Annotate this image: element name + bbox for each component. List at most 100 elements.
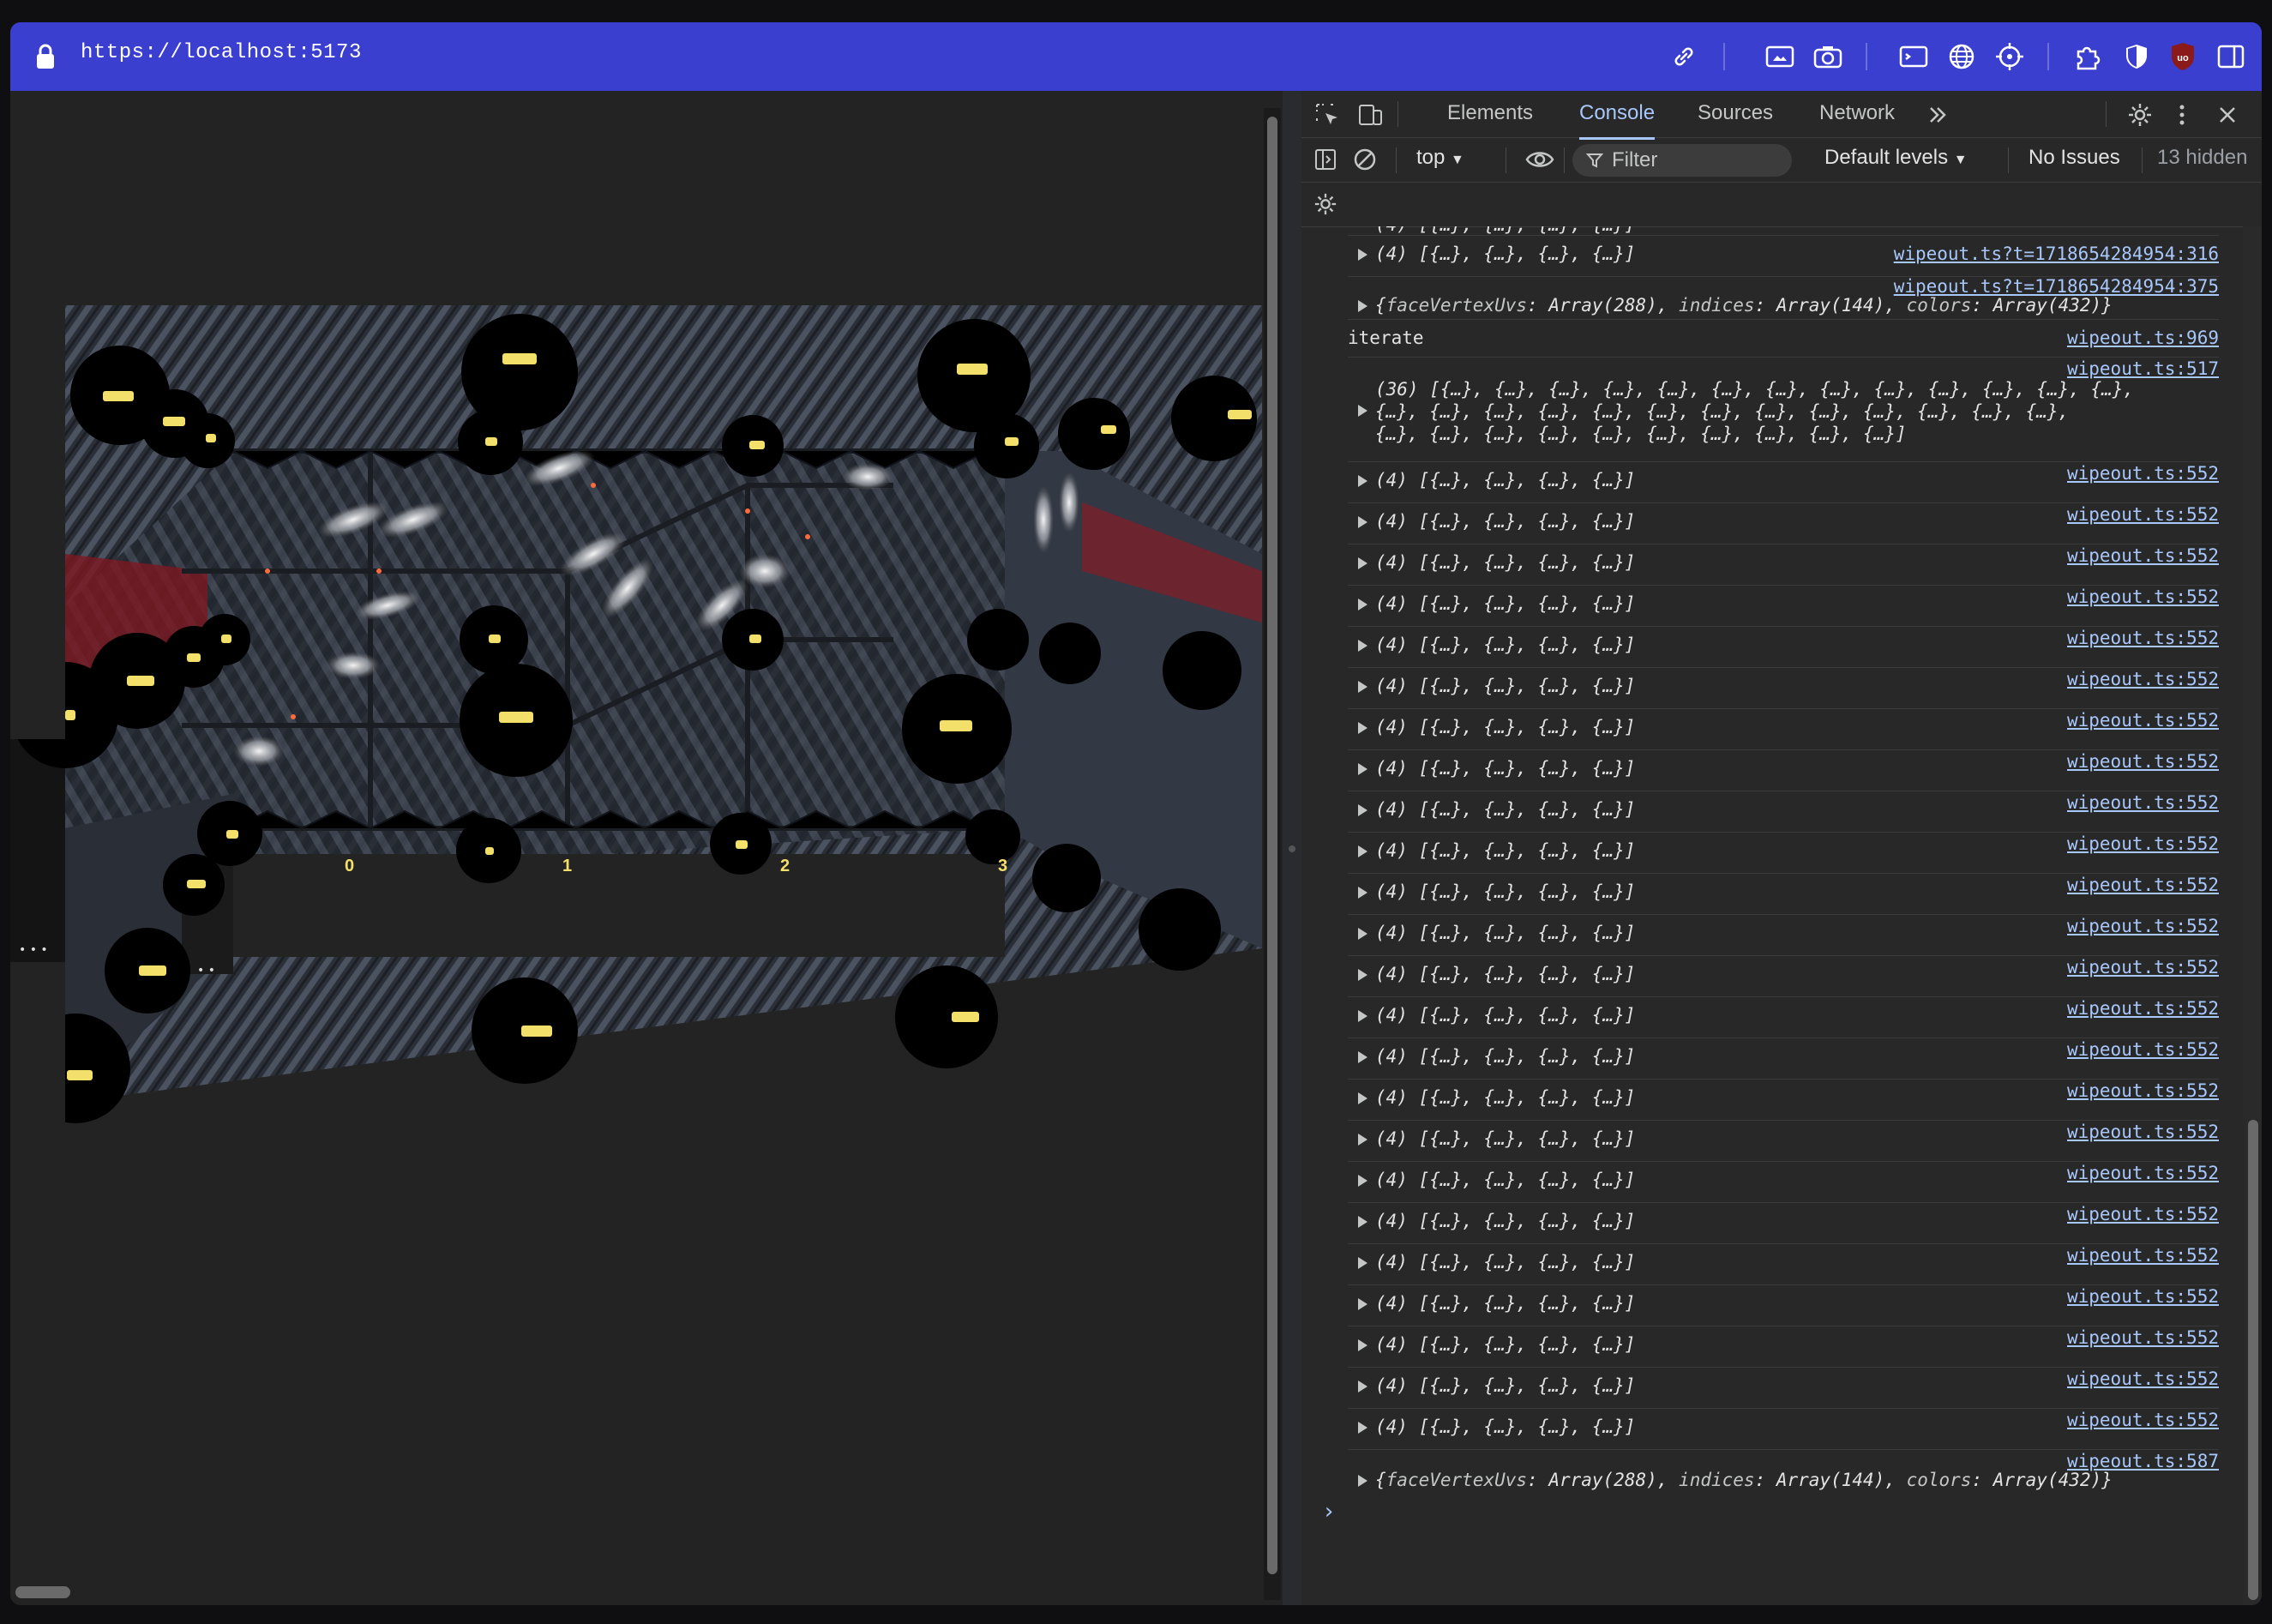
expand-triangle-icon[interactable]: [1358, 887, 1367, 899]
source-link[interactable]: wipeout.ts:552: [2067, 875, 2219, 895]
tab-network[interactable]: Network: [1819, 101, 1895, 137]
expand-triangle-icon[interactable]: [1358, 804, 1367, 816]
source-link[interactable]: wipeout.ts:552: [2067, 1410, 2219, 1430]
crosshair-icon[interactable]: [1993, 39, 2027, 74]
expand-triangle-icon[interactable]: [1358, 1475, 1367, 1487]
source-link[interactable]: wipeout.ts:517: [2067, 358, 2219, 379]
console-row[interactable]: (4) [{…}, {…}, {…}, {…}] wipeout.ts:552: [1348, 1120, 2219, 1162]
source-link[interactable]: wipeout.ts:552: [2067, 833, 2219, 854]
tab-console[interactable]: Console: [1579, 101, 1656, 140]
expand-triangle-icon[interactable]: [1358, 722, 1367, 734]
expand-triangle-icon[interactable]: [1358, 1175, 1367, 1187]
expand-triangle-icon[interactable]: [1358, 1422, 1367, 1434]
source-link[interactable]: wipeout.ts:552: [2067, 1368, 2219, 1389]
screen-capture-icon[interactable]: [1763, 39, 1797, 74]
clear-console-icon[interactable]: [1349, 144, 1380, 175]
source-link[interactable]: wipeout.ts:552: [2067, 463, 2219, 484]
source-link[interactable]: wipeout.ts:552: [2067, 1286, 2219, 1307]
console-row[interactable]: (4) [{…}, {…}, {…}, {…}] wipeout.ts:552: [1348, 544, 2219, 586]
console-row[interactable]: (4) [{…}, {…}, {…}, {…}] wipeout.ts:552: [1348, 749, 2219, 791]
url-text[interactable]: https://localhost:5173: [81, 41, 362, 64]
console-row[interactable]: wipeout.ts?t=1718654284954:375 {faceVerte…: [1348, 276, 2219, 320]
tab-elements[interactable]: Elements: [1447, 101, 1533, 137]
expand-triangle-icon[interactable]: [1358, 1298, 1367, 1310]
expand-triangle-icon[interactable]: [1358, 1216, 1367, 1228]
console-settings-gear-icon[interactable]: [1310, 189, 1341, 220]
sidebar-toggle-icon[interactable]: [1310, 144, 1341, 175]
source-link[interactable]: wipeout.ts:552: [2067, 998, 2219, 1019]
expand-triangle-icon[interactable]: [1358, 845, 1367, 857]
expand-triangle-icon[interactable]: [1358, 300, 1367, 312]
console-row[interactable]: (4) [{…}, {…}, {…}, {…}] wipeout.ts:552: [1348, 1367, 2219, 1409]
filter-input[interactable]: Filter: [1572, 144, 1792, 177]
shield-icon[interactable]: [2119, 39, 2154, 74]
console-row[interactable]: (4) [{…}, {…}, {…}, {…}] wipeout.ts:552: [1348, 708, 2219, 750]
console-row[interactable]: (4) [{…}, {…}, {…}, {…}] wipeout.ts:552: [1348, 791, 2219, 833]
source-link[interactable]: wipeout.ts?t=1718654284954:375: [1894, 276, 2219, 297]
log-levels-dropdown[interactable]: Default levels ▼: [1824, 146, 1968, 170]
console-prompt[interactable]: ›: [1322, 1499, 1336, 1525]
console-row[interactable]: (4) [{…}, {…}, {…}, {…}] wipeout.ts:552: [1348, 626, 2219, 668]
source-link[interactable]: wipeout.ts:552: [2067, 1204, 2219, 1224]
console-row[interactable]: (4) [{…}, {…}, {…}, {…}] wipeout.ts:552: [1348, 873, 2219, 915]
console-row[interactable]: (4) [{…}, {…}, {…}, {…}] wipeout.ts:552: [1348, 955, 2219, 997]
expand-triangle-icon[interactable]: [1358, 1092, 1367, 1104]
context-select[interactable]: top ▼: [1416, 146, 1464, 170]
expand-triangle-icon[interactable]: [1358, 405, 1367, 417]
ublock-origin-icon[interactable]: uo: [2166, 39, 2200, 74]
expand-triangle-icon[interactable]: [1358, 1134, 1367, 1146]
expand-triangle-icon[interactable]: [1358, 640, 1367, 652]
expand-triangle-icon[interactable]: [1358, 516, 1367, 528]
viewport-horizontal-scroll-thumb[interactable]: [15, 1586, 70, 1598]
console-row[interactable]: wipeout.ts:587 {faceVertexUvs: Array(288)…: [1348, 1449, 2219, 1494]
console-row[interactable]: (4) [{…}, {…}, {…}, {…}] wipeout.ts:552: [1348, 996, 2219, 1038]
webgl-canvas[interactable]: • • • • • 0 1 2 3: [10, 91, 1262, 1583]
inspect-element-icon[interactable]: [1310, 98, 1344, 132]
source-link[interactable]: wipeout.ts:552: [2067, 669, 2219, 689]
console-row[interactable]: (4) [{…}, {…}, {…}, {…}] wipeout.ts:552: [1348, 1161, 2219, 1203]
console-row[interactable]: (4) [{…}, {…}, {…}, {…}] wipeout.ts:552: [1348, 1202, 2219, 1244]
console-row[interactable]: (4) [{…}, {…}, {…}, {…}] wipeout.ts:552: [1348, 1038, 2219, 1080]
source-link[interactable]: wipeout.ts?t=1718654284954:316: [1894, 244, 2219, 264]
source-link[interactable]: wipeout.ts:552: [2067, 792, 2219, 813]
expand-triangle-icon[interactable]: [1358, 1339, 1367, 1351]
chevrons-right-icon[interactable]: [1922, 99, 1953, 130]
expand-triangle-icon[interactable]: [1358, 928, 1367, 940]
sidebar-toggle-icon[interactable]: [2214, 39, 2248, 74]
globe-icon[interactable]: [1944, 39, 1979, 74]
console-scroll-thumb[interactable]: [2248, 1120, 2258, 1600]
console-row[interactable]: (4) [{…}, {…}, {…}, {…}] wipeout.ts:552: [1348, 1326, 2219, 1368]
device-toolbar-icon[interactable]: [1353, 98, 1387, 132]
expand-triangle-icon[interactable]: [1358, 1010, 1367, 1022]
console-row[interactable]: (4) [{…}, {…}, {…}, {…}] wipeout.ts:552: [1348, 1284, 2219, 1326]
expand-triangle-icon[interactable]: [1358, 598, 1367, 611]
expand-triangle-icon[interactable]: [1358, 681, 1367, 693]
source-link[interactable]: wipeout.ts:552: [2067, 1163, 2219, 1183]
console-row[interactable]: wipeout.ts:517 (36) [{…}, {…}, {…}, {…}, …: [1348, 357, 2219, 462]
console-row[interactable]: (4) [{…}, {…}, {…}, {…}] wipeout.ts:552: [1348, 914, 2219, 956]
source-link[interactable]: wipeout.ts:552: [2067, 586, 2219, 607]
expand-triangle-icon[interactable]: [1358, 763, 1367, 775]
viewport-scroll-thumb[interactable]: [1267, 117, 1277, 1574]
source-link[interactable]: wipeout.ts:552: [2067, 916, 2219, 936]
source-link[interactable]: wipeout.ts:552: [2067, 957, 2219, 977]
console-row[interactable]: (4) [{…}, {…}, {…}, {…}] wipeout.ts?t=171…: [1348, 235, 2219, 277]
source-link[interactable]: wipeout.ts:552: [2067, 710, 2219, 731]
console-row[interactable]: (4) [{…}, {…}, {…}, {…}] wipeout.ts:552: [1348, 1079, 2219, 1121]
console-log[interactable]: (4) [{…}, {…}, {…}, {…}] (4) [{…}, {…}, …: [1301, 226, 2245, 1605]
expand-triangle-icon[interactable]: [1358, 969, 1367, 981]
close-icon[interactable]: [2210, 98, 2245, 132]
console-row[interactable]: iterate wipeout.ts:969: [1348, 319, 2219, 358]
expand-triangle-icon[interactable]: [1358, 249, 1367, 261]
console-row[interactable]: (4) [{…}, {…}, {…}, {…}] wipeout.ts:552: [1348, 667, 2219, 709]
link-icon[interactable]: [1667, 39, 1701, 74]
source-link[interactable]: wipeout.ts:969: [2067, 328, 2219, 348]
console-row[interactable]: (4) [{…}, {…}, {…}, {…}] wipeout.ts:552: [1348, 1243, 2219, 1285]
source-link[interactable]: wipeout.ts:552: [2067, 1245, 2219, 1266]
eye-icon[interactable]: [1523, 144, 1557, 175]
console-row[interactable]: (4) [{…}, {…}, {…}, {…}] wipeout.ts:552: [1348, 832, 2219, 874]
source-link[interactable]: wipeout.ts:552: [2067, 1327, 2219, 1348]
source-link[interactable]: wipeout.ts:552: [2067, 545, 2219, 566]
source-link[interactable]: wipeout.ts:552: [2067, 628, 2219, 648]
page-viewport[interactable]: • • • • • 0 1 2 3: [10, 91, 1283, 1605]
